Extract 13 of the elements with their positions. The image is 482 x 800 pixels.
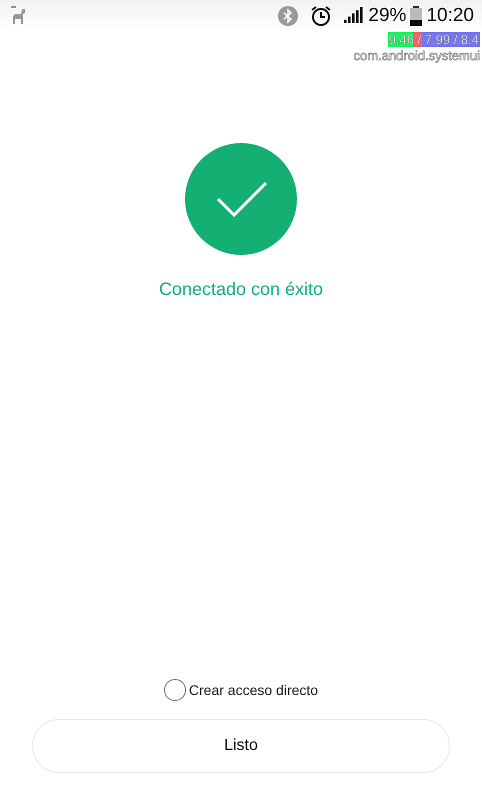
done-button[interactable]: Listo <box>32 719 450 773</box>
shortcut-checkbox[interactable] <box>164 679 186 701</box>
clock-time: 10:20 <box>426 5 474 27</box>
llama-icon <box>10 6 26 26</box>
signal-icon <box>344 7 364 25</box>
success-message: Conectado con éxito <box>158 279 324 300</box>
process-name: com.android.systemui <box>354 48 480 63</box>
battery-icon <box>410 6 422 26</box>
alarm-icon <box>310 5 332 27</box>
battery-percent: 29% <box>368 5 406 27</box>
bluetooth-icon <box>278 6 298 26</box>
shortcut-label: Crear acceso directo <box>188 682 318 698</box>
check-icon <box>185 143 297 255</box>
